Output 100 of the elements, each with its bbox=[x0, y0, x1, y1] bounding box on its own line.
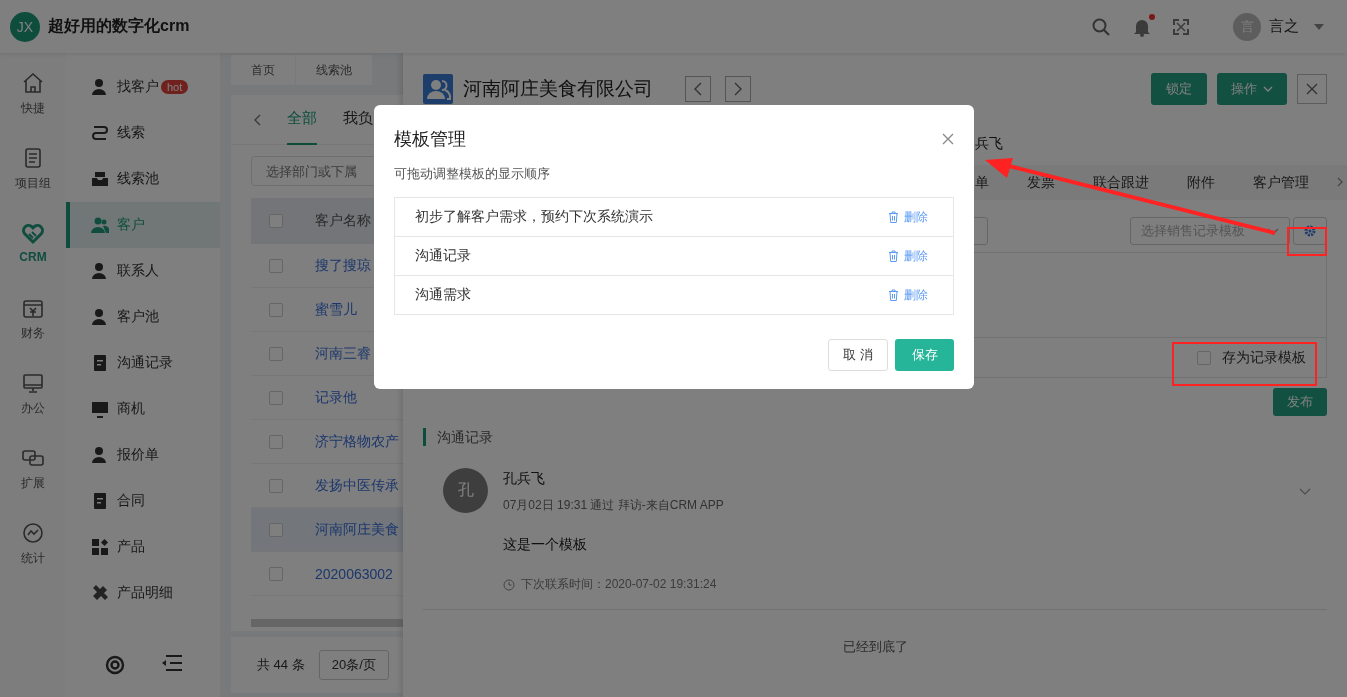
delete-link[interactable]: 删除 bbox=[888, 208, 928, 226]
rail-label: 扩展 bbox=[21, 475, 45, 492]
chevron-down-icon[interactable] bbox=[1299, 488, 1311, 495]
cancel-button[interactable]: 取 消 bbox=[828, 339, 888, 371]
rail-item[interactable]: CRM bbox=[0, 221, 66, 296]
list-tab[interactable]: 全部 bbox=[287, 95, 317, 145]
caret-icon[interactable] bbox=[1313, 22, 1325, 31]
chevron-down-icon bbox=[1263, 86, 1273, 92]
action-button[interactable]: 操作 bbox=[1217, 73, 1287, 105]
sidebar-label: 线索池 bbox=[117, 170, 159, 188]
customer-link[interactable]: 搜了搜琼 bbox=[315, 256, 371, 275]
chevron-right-icon bbox=[734, 82, 742, 96]
select-all-checkbox[interactable] bbox=[269, 214, 283, 228]
sidebar-item[interactable]: 线索 bbox=[66, 110, 220, 156]
avatar: 孔 bbox=[443, 468, 488, 513]
row-checkbox[interactable] bbox=[269, 258, 283, 273]
customer-link[interactable]: 河南三睿 bbox=[315, 344, 371, 363]
sidebar-item[interactable]: 产品 bbox=[66, 524, 220, 570]
sidebar-label: 客户池 bbox=[117, 308, 159, 326]
sidebar-label: 产品 bbox=[117, 538, 145, 556]
close-icon[interactable] bbox=[942, 133, 954, 145]
trash-icon bbox=[888, 289, 899, 301]
chart-icon bbox=[21, 521, 45, 545]
row-checkbox[interactable] bbox=[269, 566, 283, 581]
detail-tab[interactable]: 单 bbox=[975, 173, 989, 192]
fullscreen-icon[interactable] bbox=[1173, 18, 1189, 35]
delete-link[interactable]: 删除 bbox=[888, 247, 928, 265]
back-icon[interactable] bbox=[253, 113, 261, 126]
row-checkbox[interactable] bbox=[269, 390, 283, 405]
customer-title: 河南阿庄美食有限公司 bbox=[463, 77, 653, 101]
row-checkbox[interactable] bbox=[269, 346, 283, 361]
rail-item[interactable]: 项目组 bbox=[0, 146, 66, 221]
sidebar-item[interactable]: 找客户 hot bbox=[66, 64, 220, 110]
rail-label: 办公 bbox=[21, 400, 45, 417]
sidebar-item[interactable]: 报价单 bbox=[66, 432, 220, 478]
rail-item[interactable]: 办公 bbox=[0, 371, 66, 446]
row-checkbox[interactable] bbox=[269, 434, 283, 449]
template-checkbox[interactable] bbox=[1197, 350, 1211, 365]
dialog-title: 模板管理 bbox=[394, 128, 466, 151]
list-tab[interactable]: 我负 bbox=[343, 95, 373, 145]
page-tab[interactable]: 线索池 bbox=[296, 55, 372, 85]
monitor-icon bbox=[21, 371, 45, 395]
target-icon[interactable] bbox=[104, 655, 125, 675]
user-name[interactable]: 言之 bbox=[1269, 17, 1299, 36]
rail-label: 统计 bbox=[21, 550, 45, 567]
detail-tab[interactable]: 客户管理 bbox=[1253, 173, 1309, 192]
page-size-select[interactable]: 20条/页 bbox=[318, 650, 389, 680]
clock-icon bbox=[503, 578, 515, 591]
rail-item[interactable]: 财务 bbox=[0, 296, 66, 371]
sidebar-item[interactable]: 客户 bbox=[66, 202, 220, 248]
screen-icon bbox=[91, 400, 109, 418]
customer-link[interactable]: 河南阿庄美食 bbox=[315, 520, 399, 539]
close-button[interactable] bbox=[1297, 74, 1327, 104]
sidebar-label: 报价单 bbox=[117, 446, 159, 464]
row-checkbox[interactable] bbox=[269, 302, 283, 317]
sidebar-item[interactable]: 合同 bbox=[66, 478, 220, 524]
total-count: 共 44 条 bbox=[257, 656, 305, 674]
rail-label: 财务 bbox=[21, 325, 45, 342]
template-item[interactable]: 沟通需求 删除 bbox=[394, 275, 954, 315]
checkbox-label: 存为记录模板 bbox=[1222, 348, 1306, 367]
row-checkbox[interactable] bbox=[269, 522, 283, 537]
section-title: 沟通记录 bbox=[423, 428, 1327, 446]
publish-button[interactable]: 发布 bbox=[1273, 388, 1327, 416]
note-icon bbox=[91, 354, 109, 372]
row-checkbox[interactable] bbox=[269, 478, 283, 493]
sidebar-label: 找客户 bbox=[117, 78, 159, 96]
customer-link[interactable]: 发扬中医传承 bbox=[315, 476, 399, 495]
sidebar-item[interactable]: 客户池 bbox=[66, 294, 220, 340]
template-name: 沟通需求 bbox=[415, 286, 471, 304]
hot-badge: hot bbox=[161, 80, 189, 94]
customer-link[interactable]: 济宁格物农产 bbox=[315, 432, 399, 451]
sidebar-item[interactable]: 沟通记录 bbox=[66, 340, 220, 386]
previous-button[interactable] bbox=[685, 76, 711, 102]
rail-item[interactable]: 快捷 bbox=[0, 71, 66, 146]
lock-button[interactable]: 锁定 bbox=[1151, 73, 1207, 105]
sidebar-item[interactable]: 商机 bbox=[66, 386, 220, 432]
detail-tab[interactable]: 附件 bbox=[1187, 173, 1215, 192]
sidebar-item[interactable]: 线索池 bbox=[66, 156, 220, 202]
customer-link[interactable]: 2020063002 bbox=[315, 565, 393, 582]
grid-icon bbox=[91, 538, 109, 556]
sidebar-label: 联系人 bbox=[117, 262, 159, 280]
rail-item[interactable]: 统计 bbox=[0, 521, 66, 596]
highlight-frame bbox=[1287, 227, 1327, 256]
rail-item[interactable]: 扩展 bbox=[0, 446, 66, 521]
column-header: 客户名称 bbox=[315, 212, 371, 230]
record-content: 这是一个模板 bbox=[503, 536, 588, 554]
delete-link[interactable]: 删除 bbox=[888, 286, 928, 304]
template-item[interactable]: 初步了解客户需求，预约下次系统演示 删除 bbox=[394, 197, 954, 237]
collapse-menu-icon[interactable] bbox=[161, 655, 182, 671]
chevron-right-icon[interactable] bbox=[1337, 177, 1343, 187]
logo: JX bbox=[10, 11, 40, 42]
sidebar-item[interactable]: 产品明细 bbox=[66, 570, 220, 616]
page-tab[interactable]: 首页 bbox=[231, 55, 295, 85]
save-button[interactable]: 保存 bbox=[895, 339, 954, 371]
search-icon[interactable] bbox=[1091, 16, 1111, 37]
customer-link[interactable]: 记录他 bbox=[315, 388, 357, 407]
next-button[interactable] bbox=[725, 76, 751, 102]
customer-link[interactable]: 蜜雪儿 bbox=[315, 300, 357, 319]
sidebar-item[interactable]: 联系人 bbox=[66, 248, 220, 294]
template-item[interactable]: 沟通记录 删除 bbox=[394, 236, 954, 276]
